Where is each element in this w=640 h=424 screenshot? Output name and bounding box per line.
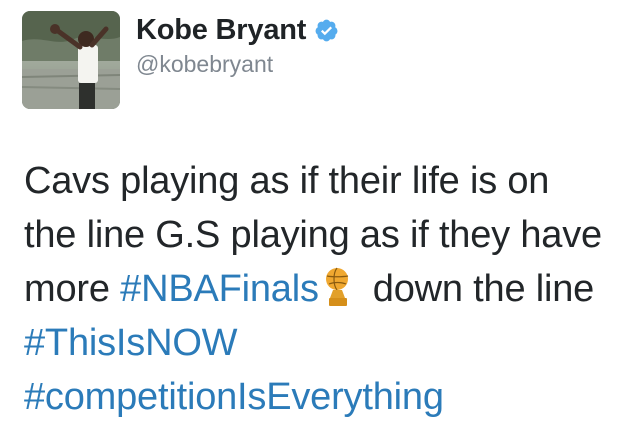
avatar[interactable]: [22, 11, 120, 109]
tweet-line-4: #ThisIsNOW: [24, 316, 624, 370]
tweet-line-5: #competitionIsEverything: [24, 370, 624, 424]
tweet-text-down-the-line: down the line: [372, 268, 595, 310]
tweet-text: Cavs playing as if their life is on the …: [24, 154, 624, 424]
display-name[interactable]: Kobe Bryant: [136, 15, 306, 45]
name-row: Kobe Bryant: [136, 10, 616, 50]
verified-badge-icon: [314, 18, 339, 43]
tweet-text-more: more: [24, 268, 121, 310]
hashtag-nbafinals[interactable]: #NBAFinals: [120, 268, 319, 310]
tweet-line-2: the line G.S playing as if they have: [24, 214, 602, 256]
hashtag-thisisnow[interactable]: #ThisIsNOW: [24, 322, 238, 364]
tweet-card: Kobe Bryant @kobebryant Cavs playing as …: [0, 0, 640, 418]
avatar-photo: [22, 11, 120, 109]
nba-finals-trophy-icon: [321, 267, 355, 307]
tweet-header: Kobe Bryant @kobebryant: [136, 10, 616, 80]
tweet-line-3: more #NBAFinals down the line: [24, 262, 624, 316]
user-handle[interactable]: @kobebryant: [136, 51, 616, 77]
tweet-line-1: Cavs playing as if their life is on: [24, 160, 550, 202]
